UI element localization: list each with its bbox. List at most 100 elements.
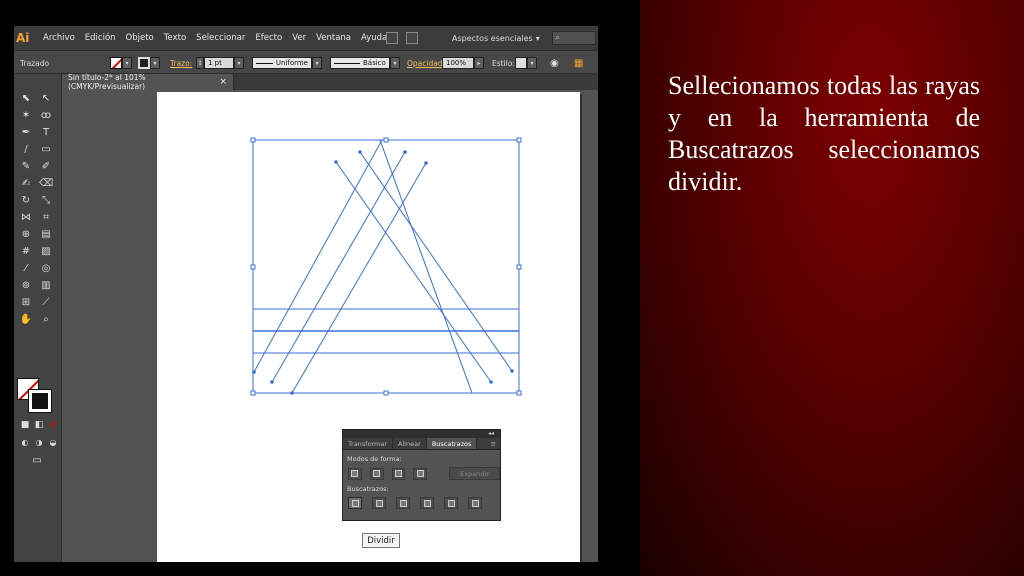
stroke-weight-value[interactable]: 1 pt [204, 57, 234, 69]
canvas-area[interactable] [62, 90, 598, 562]
rotate-tool-icon[interactable]: ↻ [19, 194, 33, 208]
menu-edicion[interactable]: Edición [85, 33, 116, 43]
menu-archivo[interactable]: Archivo [43, 33, 75, 43]
screen-mode-icon[interactable]: ▭ [30, 454, 44, 468]
stroke-weight-field[interactable]: ↕ 1 pt ▾ [196, 56, 244, 70]
outline-icon[interactable] [444, 497, 458, 509]
type-tool-icon[interactable]: T [39, 126, 53, 140]
tab-buscatrazos[interactable]: Buscatrazos [426, 438, 478, 449]
selection-handle[interactable] [516, 390, 522, 396]
diagonal-stroke[interactable] [359, 151, 513, 372]
exclude-icon[interactable] [413, 467, 427, 480]
workspace-switcher[interactable]: Aspectos esenciales ▾ [452, 31, 542, 45]
gradient-mode-icon[interactable]: ◧ [32, 418, 46, 432]
rectangle-tool-icon[interactable]: ▭ [39, 143, 53, 157]
menu-ayuda[interactable]: Ayuda [361, 33, 387, 43]
mesh-tool-icon[interactable]: # [19, 245, 33, 259]
none-mode-icon[interactable]: ⊘ [46, 418, 60, 432]
document-tab[interactable]: Sin título-2* al 101% (CMYK/Previsualiza… [62, 73, 234, 91]
divide-icon[interactable] [348, 497, 362, 509]
chevron-down-icon[interactable]: ▾ [390, 57, 400, 69]
stepper-icon[interactable]: ↕ [196, 57, 204, 69]
stroke-color-control[interactable]: ▾ [138, 56, 160, 70]
scale-tool-icon[interactable]: ⤡ [39, 194, 53, 208]
column-graph-icon[interactable]: ▥ [39, 279, 53, 293]
width-tool-icon[interactable]: ⋈ [19, 211, 33, 225]
symbol-sprayer-icon[interactable]: ⊚ [19, 279, 33, 293]
arrange-documents-button[interactable] [406, 32, 418, 44]
intersect-icon[interactable] [391, 467, 406, 480]
minus-back-icon[interactable] [468, 497, 482, 509]
search-input[interactable]: ⌕ [552, 31, 596, 45]
lasso-icon[interactable]: ꝏ [39, 109, 53, 123]
stroke-swatch[interactable] [28, 389, 52, 413]
selection-handle[interactable] [516, 137, 522, 143]
panel-menu-icon[interactable]: ≡ [491, 438, 500, 449]
pencil-icon[interactable]: ✐ [39, 160, 53, 174]
shape-builder-icon[interactable]: ⊕ [19, 228, 33, 242]
hand-tool-icon[interactable]: ✋ [19, 313, 33, 327]
variable-width-profile[interactable]: Uniforme ▾ [252, 56, 322, 70]
diagonal-stroke[interactable] [379, 139, 473, 394]
draw-behind-icon[interactable]: ◑ [32, 436, 46, 450]
zoom-tool-icon[interactable]: ⌕ [39, 313, 53, 327]
selection-handle[interactable] [383, 137, 389, 143]
draw-inside-icon[interactable]: ◒ [46, 436, 60, 450]
menu-objeto[interactable]: Objeto [126, 33, 154, 43]
selection-tool-icon[interactable]: ⬉ [19, 92, 33, 106]
trim-icon[interactable] [372, 497, 386, 509]
pen-tool-icon[interactable]: ✒ [19, 126, 33, 140]
selection-handle[interactable] [250, 264, 256, 270]
menu-ventana[interactable]: Ventana [316, 33, 351, 43]
collapse-panel-icon[interactable]: ◂◂ [343, 430, 500, 438]
selection-handle[interactable] [383, 390, 389, 396]
bridge-button[interactable] [386, 32, 398, 44]
selected-artwork[interactable] [62, 90, 598, 562]
menu-seleccionar[interactable]: Seleccionar [196, 33, 245, 43]
selection-handle[interactable] [516, 264, 522, 270]
recolor-artwork-icon[interactable]: ◉ [550, 56, 559, 70]
eraser-icon[interactable]: ⌫ [39, 177, 53, 191]
slice-tool-icon[interactable]: ⟋ [39, 296, 53, 310]
artboard-tool-icon[interactable]: ⊞ [19, 296, 33, 310]
diagonal-stroke[interactable] [291, 162, 427, 394]
perspective-grid-icon[interactable]: ▤ [39, 228, 53, 242]
close-icon[interactable]: × [219, 77, 227, 87]
tab-alinear[interactable]: Alinear [393, 438, 427, 449]
color-mode-icon[interactable]: ■ [18, 418, 32, 432]
chevron-down-icon[interactable]: ▾ [150, 57, 160, 69]
chevron-down-icon[interactable]: ▾ [234, 57, 244, 69]
selection-handle[interactable] [250, 390, 256, 396]
chevron-down-icon[interactable]: ▾ [122, 57, 132, 69]
paintbrush-icon[interactable]: ✎ [19, 160, 33, 174]
brush-definition[interactable]: Básico ▾ [330, 56, 400, 70]
graphic-style-control[interactable]: ▾ [515, 56, 537, 70]
chevron-down-icon[interactable]: ▾ [527, 57, 537, 69]
stroke-panel-link[interactable]: Trazo: [170, 56, 192, 70]
draw-normal-icon[interactable]: ◐ [18, 436, 32, 450]
minus-front-icon[interactable] [369, 467, 384, 480]
selection-handle[interactable] [250, 137, 256, 143]
merge-icon[interactable] [396, 497, 410, 509]
eyedropper-icon[interactable]: ⁄ [19, 262, 33, 276]
crop-icon[interactable] [420, 497, 434, 509]
gradient-tool-icon[interactable]: ▨ [39, 245, 53, 259]
opacity-link[interactable]: Opacidad: [407, 56, 445, 70]
direct-selection-tool-icon[interactable]: ↖ [39, 92, 53, 106]
line-tool-icon[interactable]: ∕ [19, 143, 33, 157]
menu-ver[interactable]: Ver [292, 33, 306, 43]
opacity-value[interactable]: 100% [442, 57, 474, 69]
expand-button[interactable]: Expandir [449, 467, 500, 480]
blend-tool-icon[interactable]: ◎ [39, 262, 53, 276]
chevron-right-icon[interactable]: ▸ [474, 57, 484, 69]
diagonal-stroke[interactable] [253, 139, 383, 373]
menu-efecto[interactable]: Efecto [255, 33, 282, 43]
fill-color-control[interactable]: ▾ [110, 56, 132, 70]
chevron-down-icon[interactable]: ▾ [312, 57, 322, 69]
blob-brush-icon[interactable]: ✍ [19, 177, 33, 191]
unite-icon[interactable] [348, 467, 362, 480]
tab-transformar[interactable]: Transformar [343, 438, 393, 449]
menu-texto[interactable]: Texto [164, 33, 186, 43]
free-transform-icon[interactable]: ⌗ [39, 211, 53, 225]
magic-wand-icon[interactable]: ✶ [19, 109, 33, 123]
